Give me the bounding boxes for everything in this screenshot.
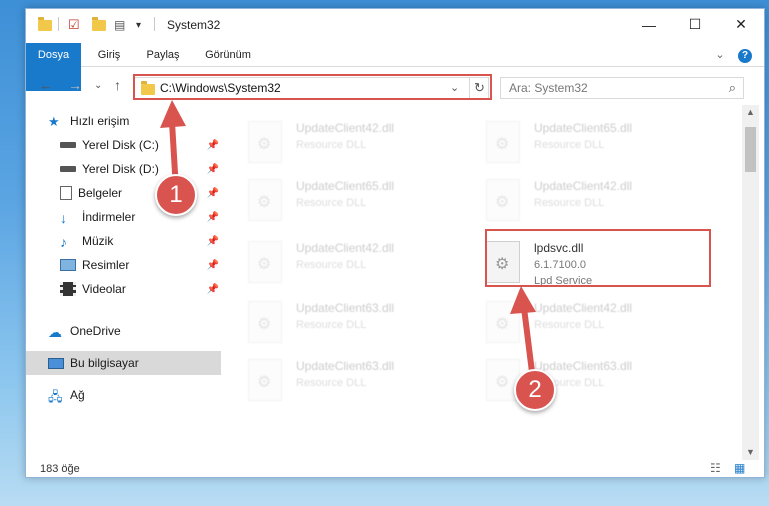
sidebar-item-label: Yerel Disk (D:) (82, 162, 159, 176)
navigation-pane: ★ Hızlı erişim Yerel Disk (C:) 📌 Yerel D… (26, 105, 221, 460)
music-icon: ♪ (60, 234, 67, 250)
divider (58, 17, 59, 31)
expand-ribbon-icon[interactable]: ⌄ (712, 43, 728, 67)
sidebar-item-videos[interactable]: Videolar 📌 (26, 277, 221, 301)
dll-file-icon (248, 359, 282, 401)
chevron-down-icon[interactable]: ▾ (136, 16, 141, 34)
sidebar-item-label: Yerel Disk (C:) (82, 138, 159, 152)
details-view-icon[interactable]: ☷ (710, 461, 721, 475)
dll-file-icon (486, 301, 520, 343)
pin-icon[interactable]: 📌 (207, 212, 219, 223)
file-item[interactable]: UpdateClient42.dll Resource DLL (486, 299, 716, 347)
sidebar-item-disk-d[interactable]: Yerel Disk (D:) 📌 (26, 157, 221, 181)
file-item[interactable]: UpdateClient42.dll Resource DLL (486, 177, 716, 225)
drive-icon (60, 142, 76, 148)
minimize-button[interactable]: — (626, 9, 672, 40)
dll-file-icon (486, 179, 520, 221)
file-item[interactable]: UpdateClient42.dll Resource DLL (248, 239, 478, 287)
tab-share[interactable]: Paylaş (138, 43, 188, 67)
tab-home[interactable]: Giriş (88, 43, 130, 67)
file-item[interactable]: UpdateClient65.dll Resource DLL (486, 119, 716, 167)
title-bar: ☑ ▤ ▾ System32 — ☐ ✕ (26, 9, 764, 40)
sidebar-item-disk-c[interactable]: Yerel Disk (C:) 📌 (26, 133, 221, 157)
file-highlight (485, 229, 711, 287)
properties-icon[interactable]: ☑ (68, 16, 80, 34)
scroll-up-icon[interactable]: ▲ (746, 107, 755, 117)
sidebar-item-label: Hızlı erişim (70, 114, 130, 128)
up-arrow-icon[interactable]: ↑ (114, 77, 121, 93)
computer-icon (48, 357, 64, 369)
picture-icon (60, 259, 76, 271)
sidebar-item-pictures[interactable]: Resimler 📌 (26, 253, 221, 277)
recent-locations-icon[interactable]: ⌄ (94, 80, 102, 91)
sidebar-item-onedrive[interactable]: ☁ OneDrive (26, 319, 221, 343)
document-icon (60, 186, 72, 200)
file-item[interactable]: UpdateClient65.dll Resource DLL (248, 177, 478, 225)
tab-view[interactable]: Görünüm (198, 43, 258, 67)
pin-icon[interactable]: 📌 (207, 260, 219, 271)
file-item[interactable]: UpdateClient63.dll Resource DLL (248, 357, 478, 405)
cloud-icon: ☁ (48, 324, 62, 340)
customize-toolbar-icon[interactable]: ▤ (114, 16, 125, 34)
new-folder-icon[interactable] (92, 16, 106, 34)
pin-icon[interactable]: 📌 (207, 164, 219, 175)
maximize-button[interactable]: ☐ (672, 9, 718, 40)
divider (154, 17, 155, 31)
network-icon: 🖧 (48, 389, 63, 404)
sidebar-item-label: Müzik (82, 234, 114, 248)
large-icons-view-icon[interactable]: ▦ (734, 461, 745, 475)
back-arrow-icon[interactable]: ← (39, 77, 53, 93)
pin-icon[interactable]: 📌 (207, 188, 219, 199)
download-icon: ↓ (60, 210, 67, 226)
explorer-window: ☑ ▤ ▾ System32 — ☐ ✕ Dosya Giriş Paylaş … (25, 8, 765, 478)
scroll-down-icon[interactable]: ▼ (746, 447, 755, 457)
status-bar: 183 öğe ☷ ▦ (26, 460, 764, 478)
search-placeholder: Ara: System32 (509, 81, 588, 95)
video-icon (60, 282, 76, 296)
sidebar-item-label: Resimler (82, 258, 130, 272)
sidebar-item-music[interactable]: ♪ Müzik 📌 (26, 229, 221, 253)
dll-file-icon (248, 121, 282, 163)
help-icon[interactable]: ? (734, 43, 756, 67)
dll-file-icon (248, 241, 282, 283)
search-input[interactable]: Ara: System32 ⌕ (500, 77, 744, 99)
sidebar-item-label: OneDrive (70, 324, 121, 338)
sidebar-item-this-pc[interactable]: Bu bilgisayar (26, 351, 221, 375)
close-button[interactable]: ✕ (718, 9, 764, 40)
step-1-marker: 1 (155, 174, 197, 216)
sidebar-item-quick-access[interactable]: ★ Hızlı erişim (26, 109, 221, 133)
window-title: System32 (167, 18, 221, 32)
dll-file-icon (486, 121, 520, 163)
file-item[interactable]: UpdateClient42.dll Resource DLL (248, 119, 478, 167)
address-highlight (133, 74, 492, 100)
step-2-marker: 2 (514, 369, 556, 411)
scrollbar-thumb[interactable] (745, 127, 756, 172)
pin-icon[interactable]: 📌 (207, 236, 219, 247)
forward-arrow-icon[interactable]: → (68, 77, 82, 93)
star-icon: ★ (48, 114, 60, 129)
vertical-scrollbar[interactable]: ▲ ▼ (742, 105, 759, 460)
folder-icon (38, 16, 52, 34)
dll-file-icon (248, 179, 282, 221)
item-count: 183 öğe (40, 463, 80, 475)
sidebar-item-label: Videolar (82, 282, 126, 296)
sidebar-item-label: Ağ (70, 388, 85, 402)
pin-icon[interactable]: 📌 (207, 284, 219, 295)
drive-icon (60, 166, 76, 172)
file-item[interactable]: UpdateClient63.dll Resource DLL (248, 299, 478, 347)
sidebar-item-label: İndirmeler (82, 210, 136, 224)
sidebar-item-label: Belgeler (78, 186, 123, 200)
ribbon-tabs: Dosya Giriş Paylaş Görünüm ⌄ ? (26, 43, 764, 91)
sidebar-item-network[interactable]: 🖧 Ağ (26, 383, 221, 407)
sidebar-item-label: Bu bilgisayar (70, 356, 139, 370)
search-icon[interactable]: ⌕ (729, 80, 736, 96)
pin-icon[interactable]: 📌 (207, 140, 219, 151)
dll-file-icon (248, 301, 282, 343)
